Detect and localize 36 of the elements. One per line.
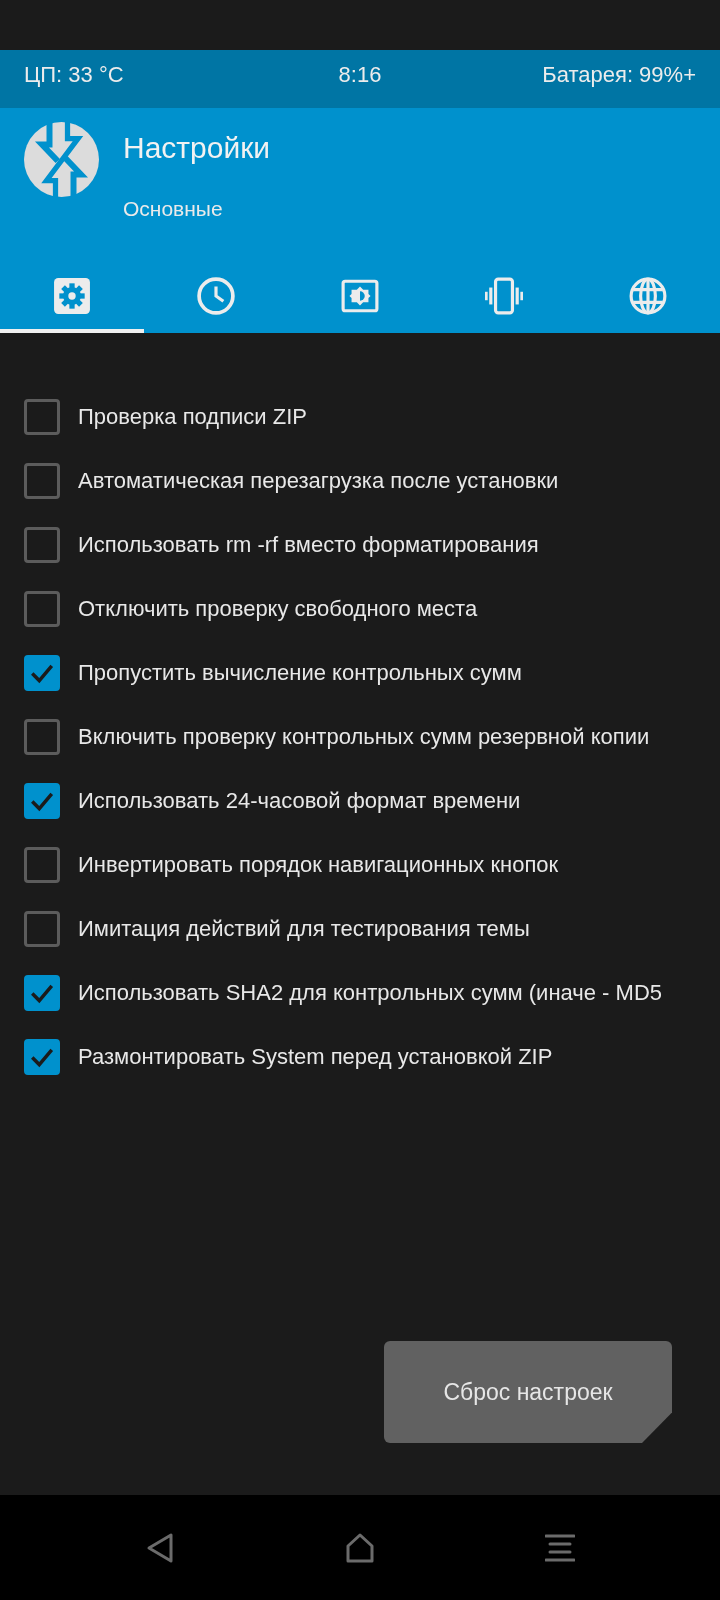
checkbox[interactable] [24, 975, 60, 1011]
vibrating-phone-icon [485, 277, 523, 315]
checkbox[interactable] [24, 847, 60, 883]
brightness-icon [341, 277, 379, 315]
globe-icon [629, 277, 667, 315]
checkbox[interactable] [24, 399, 60, 435]
option-label: Использовать 24-часовой формат времени [78, 788, 521, 814]
option-label: Использовать SHA2 для контрольных сумм (иначе - MD5 [78, 980, 662, 1006]
option-label: Размонтировать System перед установкой ZIP [78, 1044, 553, 1070]
option-label: Автоматическая перезагрузка после установки [78, 468, 559, 494]
option-label: Отключить проверку свободного места [78, 596, 478, 622]
battery-level: Батарея: 99%+ [542, 62, 696, 88]
page-title: Настройки [123, 130, 271, 166]
logo-icon [24, 122, 99, 197]
gear-icon [53, 277, 91, 315]
checkbox[interactable] [24, 911, 60, 947]
option-label: Использовать rm -rf вместо форматирования [78, 532, 539, 558]
checkbox[interactable] [24, 463, 60, 499]
home-icon[interactable] [345, 1531, 375, 1564]
checkbox[interactable] [24, 1039, 60, 1075]
back-icon[interactable] [145, 1531, 175, 1564]
reset-settings-button[interactable]: Сброс настроек [384, 1341, 672, 1443]
checkbox[interactable] [24, 527, 60, 563]
option-label: Пропустить вычисление контрольных сумм [78, 660, 522, 686]
cpu-temperature: ЦП: 33 °C [24, 62, 124, 88]
checkbox[interactable] [24, 783, 60, 819]
option-label: Проверка подписи ZIP [78, 404, 307, 430]
clock-time: 8:16 [338, 62, 382, 88]
checkbox[interactable] [24, 655, 60, 691]
option-label: Инвертировать порядок навигационных кнопок [78, 852, 559, 878]
clock-icon [197, 277, 235, 315]
option-label: Включить проверку контрольных сумм резервной копии [78, 724, 650, 750]
option-label: Имитация действий для тестирования темы [78, 916, 530, 942]
page-subtitle: Основные [123, 196, 224, 222]
checkbox[interactable] [24, 591, 60, 627]
checkbox[interactable] [24, 719, 60, 755]
